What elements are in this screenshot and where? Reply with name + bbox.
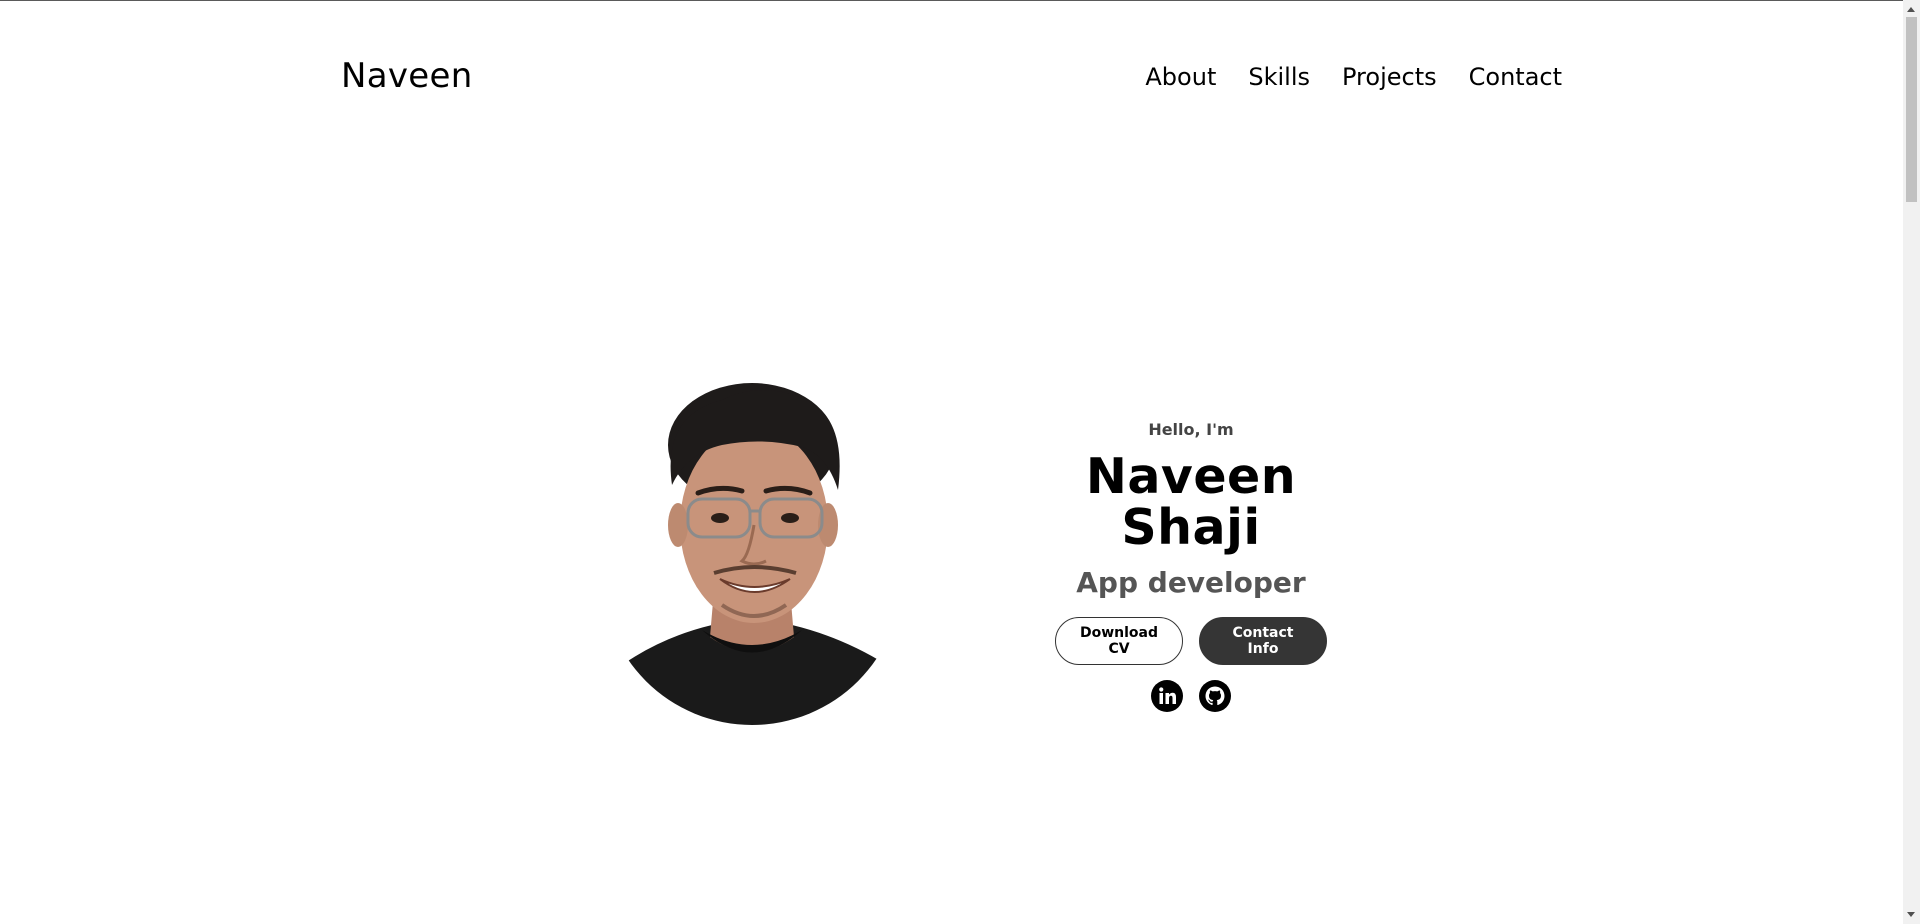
vertical-scrollbar[interactable] (1903, 0, 1920, 924)
nav-projects[interactable]: Projects (1342, 63, 1437, 91)
logo[interactable]: Naveen (341, 56, 473, 96)
nav-contact[interactable]: Contact (1469, 63, 1562, 91)
hero-name: Naveen Shaji (1085, 448, 1297, 557)
contact-info-button[interactable]: Contact Info (1199, 616, 1327, 665)
hero-role: App developer (1076, 565, 1306, 599)
scroll-down-icon[interactable] (1907, 912, 1915, 917)
hero-buttons: Download CV Contact Info (1031, 616, 1351, 665)
scrollbar-thumb[interactable] (1906, 17, 1917, 202)
hero-section: Hello, I'm Naveen Shaji App developer Do… (1031, 420, 1351, 712)
main-nav: About Skills Projects Contact (1145, 63, 1562, 91)
download-cv-button[interactable]: Download CV (1055, 616, 1183, 665)
page: Naveen About Skills Projects Contact Hel… (0, 0, 1903, 924)
nav-skills[interactable]: Skills (1248, 63, 1310, 91)
profile-picture (602, 383, 902, 725)
hero-greeting: Hello, I'm (1148, 420, 1234, 439)
github-icon[interactable] (1199, 679, 1231, 712)
social-links (1031, 679, 1351, 712)
scroll-up-icon[interactable] (1907, 7, 1915, 12)
linkedin-icon[interactable] (1151, 679, 1183, 712)
nav-about[interactable]: About (1145, 63, 1216, 91)
